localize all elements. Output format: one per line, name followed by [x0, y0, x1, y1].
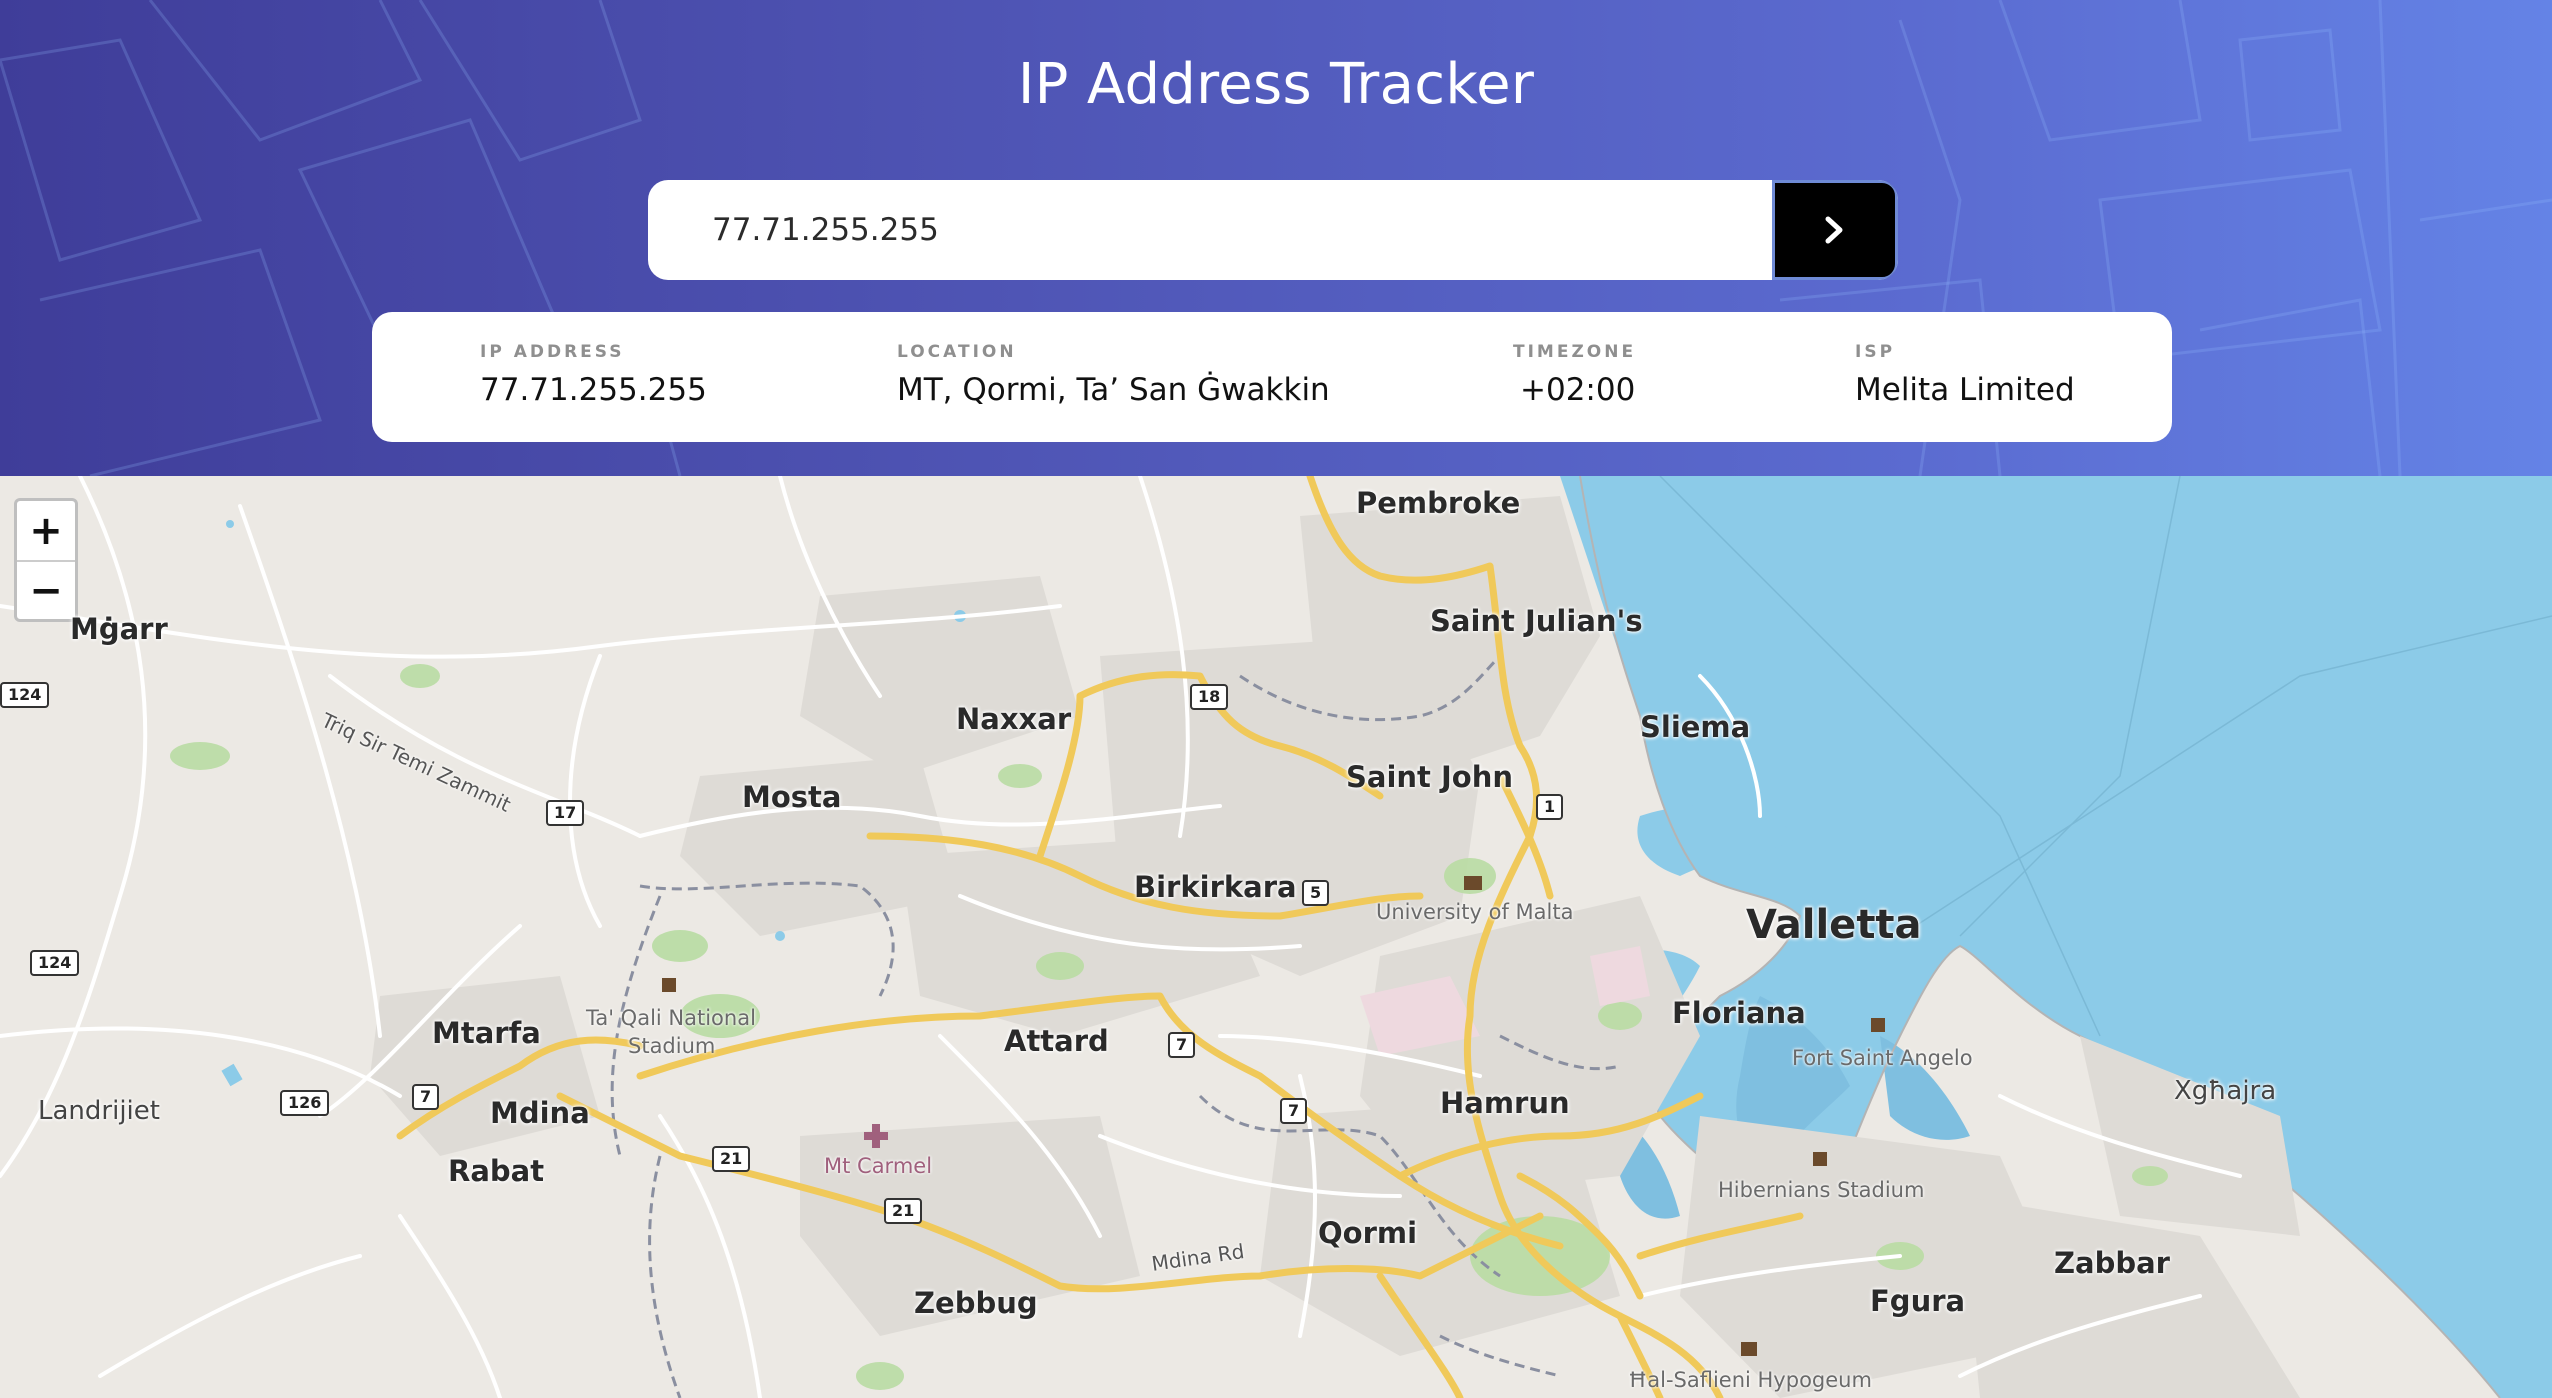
map-label-fgura: Fgura	[1870, 1284, 1966, 1318]
location-label: LOCATION	[897, 342, 1017, 362]
university-icon	[1464, 876, 1482, 890]
map-poi-university: University of Malta	[1376, 900, 1574, 924]
ip-info-card: IP ADDRESS 77.71.255.255 LOCATION MT, Qo…	[372, 312, 2172, 442]
map-label-landrijiet: Landrijiet	[38, 1096, 160, 1126]
header: IP Address Tracker IP ADDRESS 77.71.255.…	[0, 0, 2552, 476]
timezone-value: +02:00	[1520, 372, 1636, 408]
info-isp: ISP Melita Limited	[1855, 342, 2075, 408]
chevron-right-icon	[1825, 216, 1843, 244]
stadium-icon	[662, 978, 676, 992]
timezone-label: TIMEZONE	[1513, 342, 1637, 362]
ip-address-label: IP ADDRESS	[480, 342, 625, 362]
road-shield-7a: 7	[412, 1084, 440, 1110]
map-label-floriana: Floriana	[1672, 996, 1806, 1030]
map-poi-mt-carmel: Mt Carmel	[824, 1154, 933, 1178]
search-bar	[648, 180, 1898, 280]
map-poi-hibernians-stadium: Hibernians Stadium	[1718, 1178, 1925, 1202]
ip-search-input[interactable]	[648, 180, 1772, 280]
map-label-birkirkara: Birkirkara	[1134, 870, 1297, 904]
map-label-zabbar: Zabbar	[2054, 1246, 2170, 1280]
map-poi-stadium-line1: Ta' Qali National	[586, 1006, 756, 1030]
road-shield-21a: 21	[712, 1146, 751, 1172]
ip-address-value: 77.71.255.255	[480, 372, 707, 408]
hibernians-stadium-icon	[1813, 1152, 1827, 1166]
map-label-hamrun: Hamrun	[1440, 1086, 1570, 1120]
road-shield-124a: 124	[0, 682, 50, 708]
map-label-mtarfa: Mtarfa	[432, 1016, 541, 1050]
info-ip: IP ADDRESS 77.71.255.255	[480, 342, 707, 408]
map-label-mgarr: Mġarr	[70, 612, 168, 646]
map-label-valletta: Valletta	[1746, 902, 1922, 948]
road-shield-7c: 7	[1280, 1098, 1308, 1124]
map-label-mosta: Mosta	[742, 780, 842, 814]
road-shield-17: 17	[546, 800, 585, 826]
page-title: IP Address Tracker	[1017, 52, 1535, 117]
hypogeum-icon	[1741, 1342, 1757, 1356]
map-label-naxxar: Naxxar	[956, 702, 1072, 736]
zoom-in-button[interactable]: +	[17, 501, 75, 560]
map-label-zebbug: Zebbug	[914, 1286, 1038, 1320]
road-shield-18: 18	[1190, 684, 1229, 710]
map-label-qormi: Qormi	[1318, 1216, 1418, 1250]
road-shield-5: 5	[1302, 880, 1330, 906]
map-label-pembroke: Pembroke	[1356, 486, 1521, 520]
map-label-rabat: Rabat	[448, 1154, 545, 1188]
location-value: MT, Qormi, Ta’ San Ġwakkin	[897, 372, 1330, 408]
map-label-mdina: Mdina	[490, 1096, 590, 1130]
road-shield-1: 1	[1536, 794, 1564, 820]
zoom-control: + −	[14, 498, 78, 622]
map-label-saint-julians: Saint Julian's	[1430, 604, 1643, 638]
map-label-saint-john: Saint John	[1346, 760, 1514, 794]
road-shield-21b: 21	[884, 1198, 923, 1224]
info-location: LOCATION MT, Qormi, Ta’ San Ġwakkin	[897, 342, 1330, 408]
map-label-sliema: Sliema	[1640, 710, 1751, 744]
info-timezone: TIMEZONE +02:00	[1513, 342, 1636, 408]
search-submit-button[interactable]	[1772, 180, 1898, 280]
road-shield-126: 126	[280, 1090, 330, 1116]
map-label-attard: Attard	[1004, 1024, 1109, 1058]
fort-icon	[1871, 1018, 1885, 1032]
zoom-out-button[interactable]: −	[17, 560, 75, 619]
road-shield-7b: 7	[1168, 1032, 1196, 1058]
map-poi-stadium-line2: Stadium	[628, 1034, 716, 1058]
isp-value: Melita Limited	[1855, 372, 2075, 408]
road-shield-124b: 124	[30, 950, 80, 976]
map-poi-hypogeum: Ħal-Saflieni Hypogeum	[1628, 1368, 1872, 1392]
map-poi-fort-saint-angelo: Fort Saint Angelo	[1792, 1046, 1973, 1070]
isp-label: ISP	[1855, 342, 1896, 362]
map[interactable]: + − Pembroke Saint Julian's Sliema Mġarr…	[0, 476, 2552, 1398]
map-label-xghajra: Xgħajra	[2174, 1076, 2277, 1106]
